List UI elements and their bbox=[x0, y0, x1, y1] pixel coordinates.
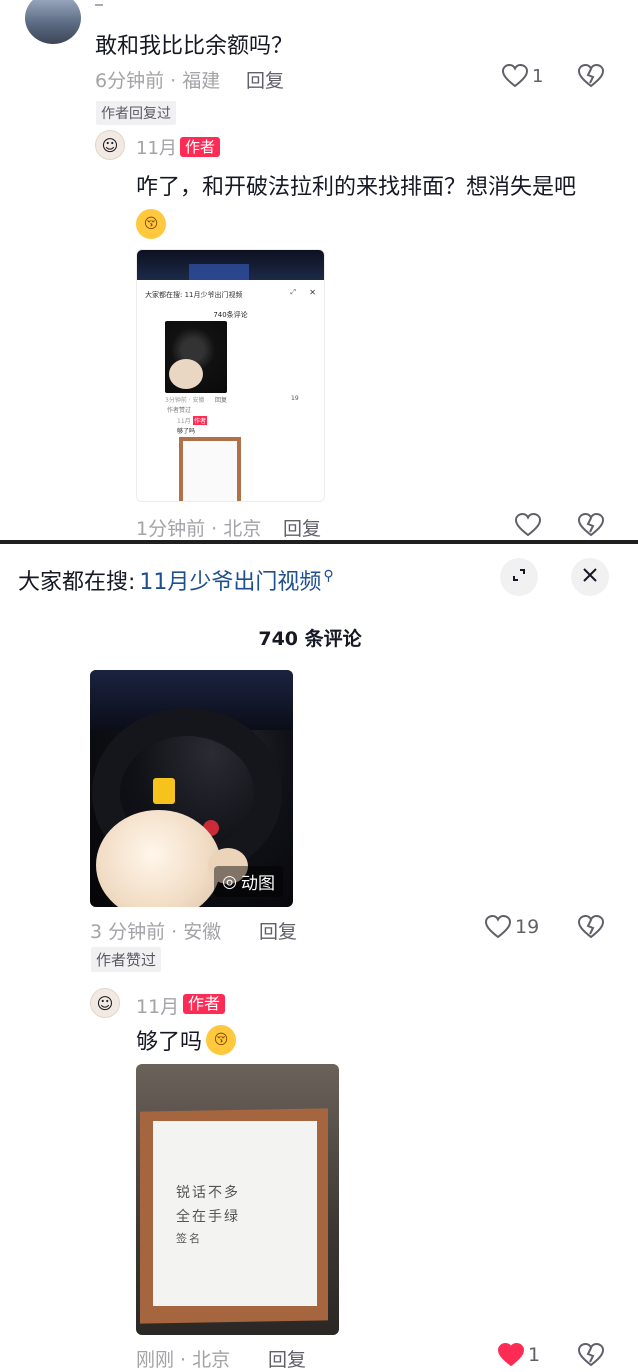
author-avatar[interactable]: ☺ bbox=[95, 130, 125, 160]
heart-icon bbox=[502, 64, 528, 88]
broken-heart-icon bbox=[578, 513, 604, 537]
comment-gif-image[interactable]: ◎ 动图 bbox=[90, 670, 293, 907]
author-dislike-button-2[interactable] bbox=[578, 1343, 604, 1367]
mini-note-photo bbox=[179, 437, 241, 501]
dislike-button[interactable] bbox=[578, 64, 604, 88]
like-button[interactable]: 1 bbox=[502, 64, 543, 88]
mini-text: 够了吗 bbox=[177, 428, 196, 435]
author-username-2[interactable]: 11月 bbox=[136, 992, 179, 1019]
filled-heart-icon bbox=[498, 1343, 524, 1367]
like-count-3: 1 bbox=[528, 1344, 541, 1366]
close-button[interactable] bbox=[571, 558, 609, 596]
close-icon bbox=[582, 567, 598, 587]
author-replied-badge: 作者回复过 bbox=[96, 101, 176, 125]
reply-button[interactable]: 回复 bbox=[246, 66, 284, 93]
mini-close-icon: ✕ bbox=[309, 288, 316, 297]
cartoon-face-icon: ☺ bbox=[101, 135, 119, 155]
like-count: 1 bbox=[532, 65, 544, 87]
cartoon-face-icon: ☺ bbox=[96, 993, 114, 1013]
author-reply-button[interactable]: 回复 bbox=[283, 514, 321, 541]
broken-heart-icon bbox=[578, 1343, 604, 1367]
smirk-kiss-emoji-icon: 😚 bbox=[206, 1025, 237, 1055]
mini-count: 740条评论 bbox=[213, 311, 248, 319]
author-reply-meta-2: 刚刚 · 北京 bbox=[136, 1349, 231, 1371]
author-username[interactable]: 11月 bbox=[136, 134, 177, 160]
author-reply-meta: 1分钟前 · 北京 bbox=[136, 518, 262, 540]
comment-text: 敢和我比比余额吗？ bbox=[95, 34, 294, 59]
like-button-2[interactable]: 19 bbox=[485, 915, 539, 939]
search-icon: ⚲ bbox=[323, 568, 334, 584]
mini-author-tag: 作者 bbox=[193, 416, 208, 425]
mini-reply: 回复 bbox=[215, 397, 228, 404]
broken-heart-icon bbox=[578, 64, 604, 88]
ferrari-logo-icon bbox=[153, 778, 175, 804]
handwriting-line-1: 锐话不多 bbox=[176, 1185, 240, 1201]
animation-icon: ◎ bbox=[222, 871, 237, 892]
author-reply-text-2-content: 够了吗 bbox=[136, 1030, 203, 1055]
smirk-kiss-emoji-icon: 😚 bbox=[136, 209, 166, 239]
gif-label-text: 动图 bbox=[241, 874, 275, 894]
author-reply-text: 咋了，和开破法拉利的来找排面？想消失是吧 😚 bbox=[136, 170, 606, 242]
comment-meta: 6分钟前 · 福建 bbox=[95, 70, 221, 92]
comment-count: 740 条评论 bbox=[258, 628, 362, 650]
expand-button[interactable] bbox=[500, 558, 538, 596]
mini-photo bbox=[165, 321, 227, 393]
username-stub bbox=[95, 4, 103, 6]
search-suggestion[interactable]: 大家都在搜: 11月少爷出门视频 ⚲ bbox=[18, 564, 334, 596]
author-reply-text-2: 够了吗 😚 bbox=[136, 1024, 237, 1056]
search-prefix: 大家都在搜: bbox=[18, 570, 136, 595]
heart-icon bbox=[485, 915, 511, 939]
author-like-button-2[interactable]: 1 bbox=[498, 1343, 540, 1367]
broken-heart-icon bbox=[578, 915, 604, 939]
author-reply-text-content: 咋了，和开破法拉利的来找排面？想消失是吧 bbox=[136, 175, 577, 200]
like-count-2: 19 bbox=[515, 916, 540, 938]
search-query: 11月少爷出门视频 bbox=[139, 570, 322, 595]
author-tag: 作者 bbox=[180, 137, 221, 157]
mini-likes: 19 bbox=[291, 395, 299, 402]
mini-expand-icon: ⤢ bbox=[290, 288, 296, 296]
author-avatar-2[interactable]: ☺ bbox=[90, 988, 120, 1018]
author-tag-2: 作者 bbox=[183, 994, 226, 1014]
author-liked-badge: 作者赞过 bbox=[91, 947, 162, 972]
mini-meta: 3分钟前 · 安徽 bbox=[165, 397, 205, 404]
author-like-button[interactable] bbox=[515, 513, 541, 537]
reply-button-2[interactable]: 回复 bbox=[259, 917, 297, 944]
heart-icon bbox=[515, 513, 541, 537]
dislike-button-2[interactable] bbox=[578, 915, 604, 939]
handwriting-line-2: 全在手绿 bbox=[176, 1209, 240, 1225]
mini-username: 11月 bbox=[177, 418, 191, 425]
first-screenshot: 敢和我比比余额吗？ 6分钟前 · 福建 回复 1 作者回复过 ☺ 11月 作者 … bbox=[0, 0, 638, 540]
comment-meta-2: 3 分钟前 · 安徽 bbox=[90, 921, 222, 943]
author-reply-button-2[interactable]: 回复 bbox=[268, 1345, 306, 1372]
mini-search-text: 大家都在搜: 11月少爷出门视频 bbox=[145, 291, 243, 299]
reply-photo[interactable]: 锐话不多 全在手绿 签名 bbox=[136, 1064, 339, 1335]
reply-image[interactable]: 大家都在搜: 11月少爷出门视频 ⤢ ✕ 740条评论 3分钟前 · 安徽 回复… bbox=[136, 249, 325, 502]
handwriting-line-3: 签名 bbox=[176, 1232, 202, 1245]
mini-badge: 作者赞过 bbox=[167, 407, 192, 414]
commenter-avatar[interactable] bbox=[25, 0, 81, 44]
gif-label: ◎ 动图 bbox=[214, 866, 283, 897]
expand-icon bbox=[511, 567, 527, 587]
author-dislike-button[interactable] bbox=[578, 513, 604, 537]
